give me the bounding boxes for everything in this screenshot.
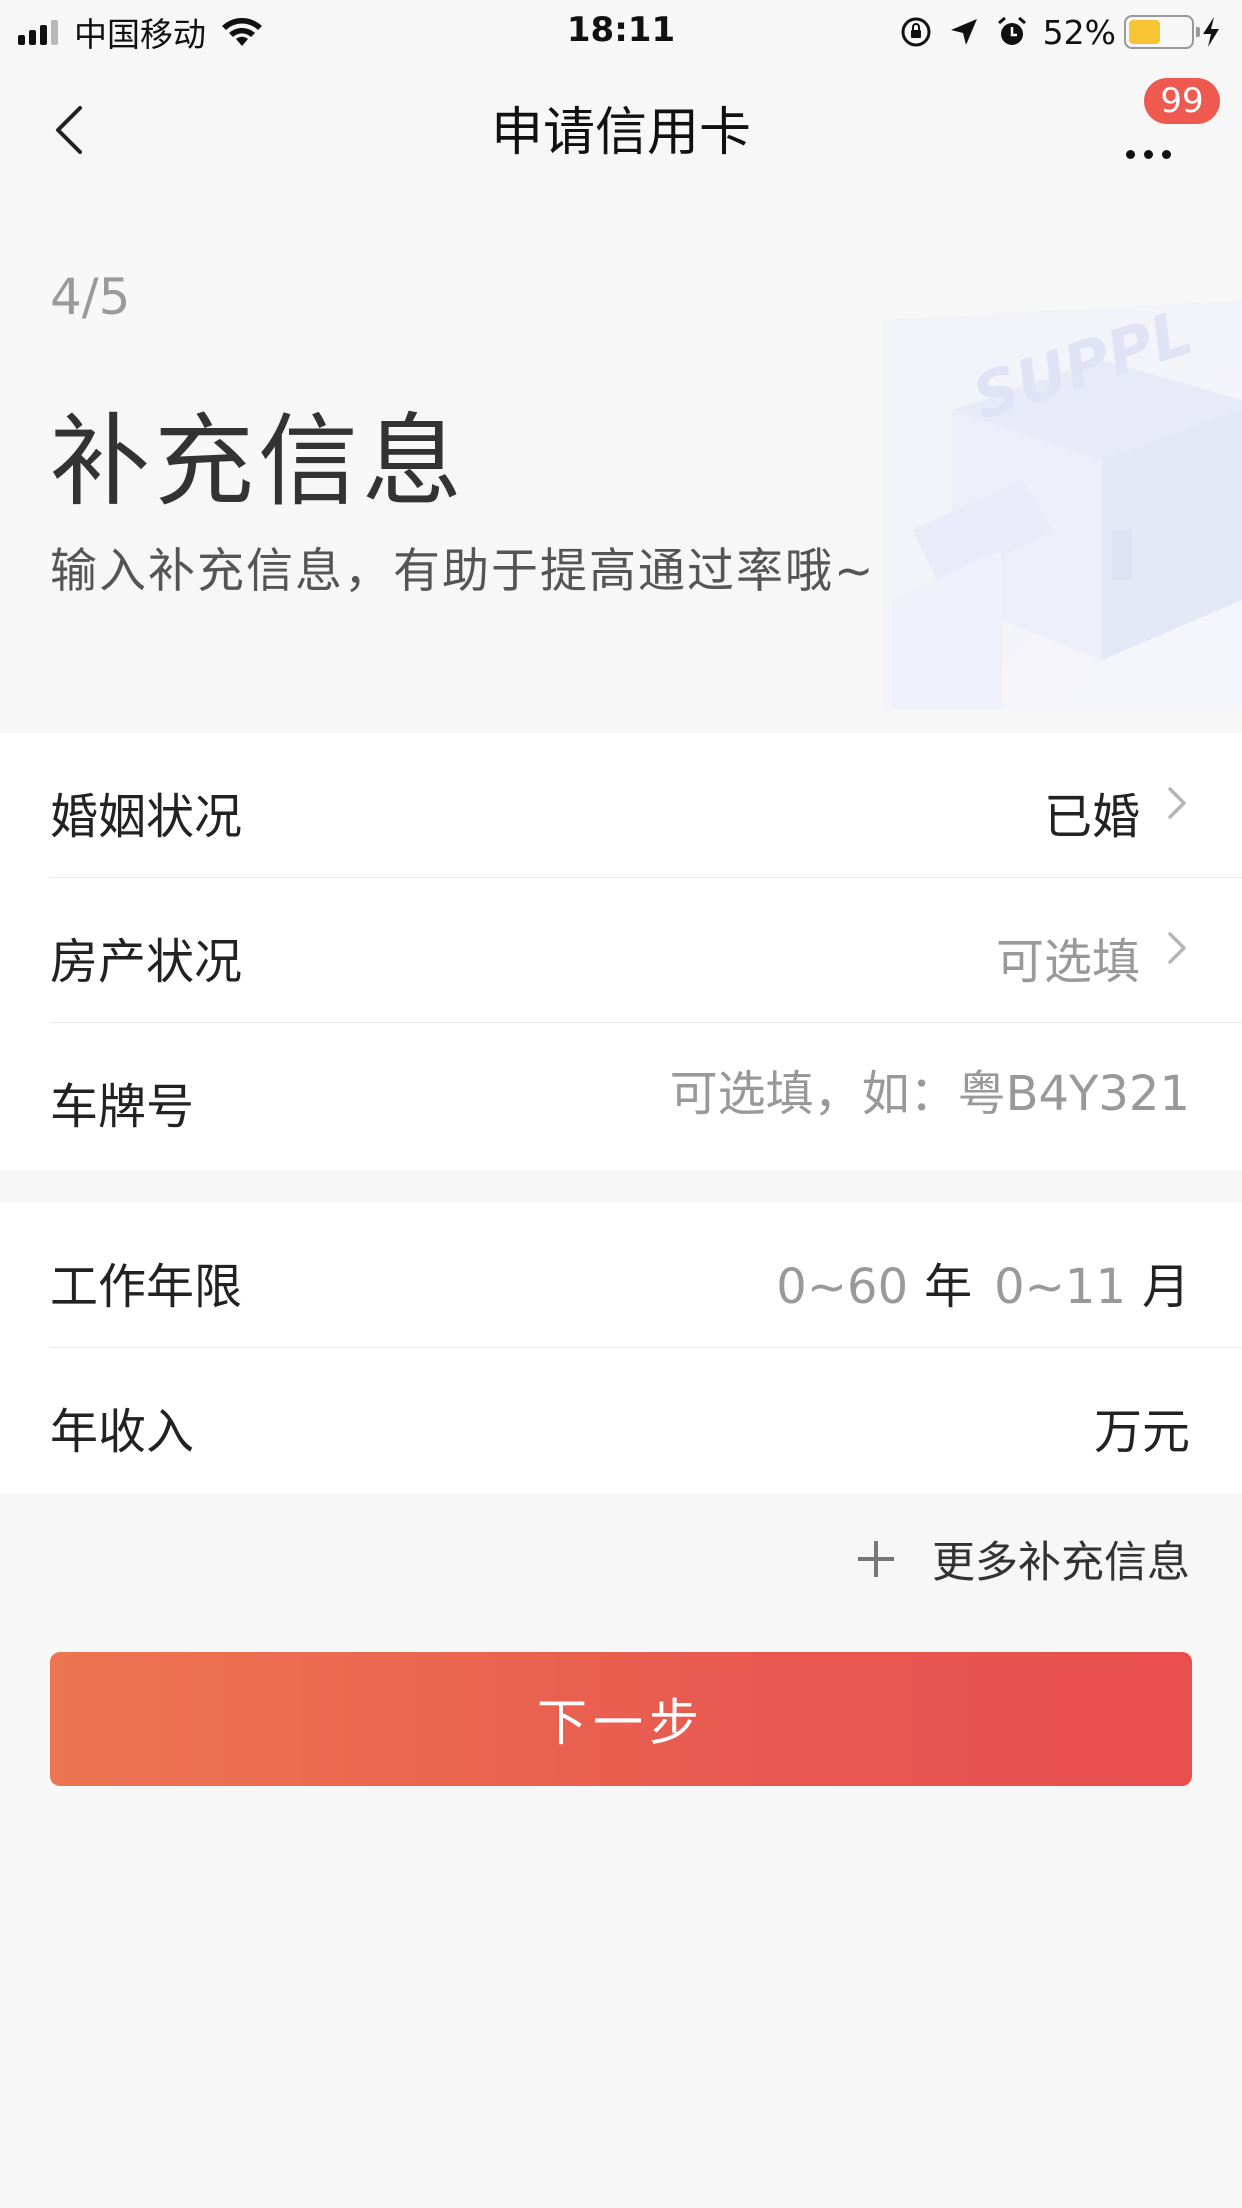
annual-income-row[interactable]: 年收入 万元 [50, 1348, 1242, 1493]
license-plate-row: 车牌号 [50, 1023, 1242, 1168]
chevron-right-icon [1168, 932, 1186, 964]
work-years-label: 工作年限 [50, 1259, 243, 1315]
battery-percent: 52% [1042, 12, 1116, 52]
status-bar: 中国移动 18:11 52% [0, 0, 1242, 62]
work-years-row: 工作年限 0~60 年 0~11 月 [50, 1203, 1242, 1348]
alarm-icon [997, 16, 1026, 45]
form-group-work: 工作年限 0~60 年 0~11 月 年收入 万元 [0, 1203, 1242, 1493]
more-dots-icon[interactable] [1112, 122, 1182, 162]
work-years-inputs: 0~60 年 0~11 月 [776, 1247, 1190, 1317]
battery-level-fill [1129, 20, 1161, 44]
step-indicator: 4/5 [50, 268, 131, 326]
form-group-personal: 婚姻状况 已婚 房产状况 可选填 车牌号 [0, 733, 1242, 1170]
more-info-link[interactable]: 更多补充信息 [856, 1528, 1190, 1590]
page-title: 补充信息 [50, 403, 466, 520]
marital-status-label: 婚姻状况 [50, 789, 243, 845]
plus-icon [858, 1541, 894, 1577]
annual-income-unit: 万元 [1093, 1404, 1190, 1460]
license-plate-input[interactable] [470, 1059, 1190, 1129]
supplement-illustration: SUPPL [882, 300, 1242, 710]
marital-status-row[interactable]: 婚姻状况 已婚 [50, 733, 1242, 878]
more-info-label: 更多补充信息 [932, 1538, 1190, 1588]
work-years-input[interactable]: 0~60 [776, 1259, 908, 1315]
work-months-input[interactable]: 0~11 [994, 1259, 1126, 1315]
location-icon [950, 19, 977, 45]
charging-icon [1203, 17, 1219, 47]
chevron-right-icon [1168, 787, 1186, 819]
notification-badge: 99 [1144, 78, 1220, 124]
months-unit: 月 [1141, 1259, 1190, 1315]
property-status-placeholder: 可选填 [995, 934, 1140, 990]
page-subtitle: 输入补充信息，有助于提高通过率哦~ [50, 544, 876, 599]
status-bar-right: 52% [899, 10, 1222, 54]
battery-icon [1124, 15, 1200, 49]
property-status-row[interactable]: 房产状况 可选填 [50, 878, 1242, 1023]
page-nav-title: 申请信用卡 [490, 103, 751, 163]
nav-bar: 申请信用卡 [0, 62, 1242, 192]
property-status-label: 房产状况 [50, 934, 243, 990]
orientation-lock-icon [901, 17, 931, 47]
annual-income-label: 年收入 [50, 1404, 195, 1460]
marital-status-value: 已婚 [1043, 789, 1140, 845]
next-step-button[interactable]: 下一步 [50, 1652, 1192, 1786]
license-plate-label: 车牌号 [50, 1079, 195, 1135]
years-unit: 年 [924, 1259, 973, 1315]
